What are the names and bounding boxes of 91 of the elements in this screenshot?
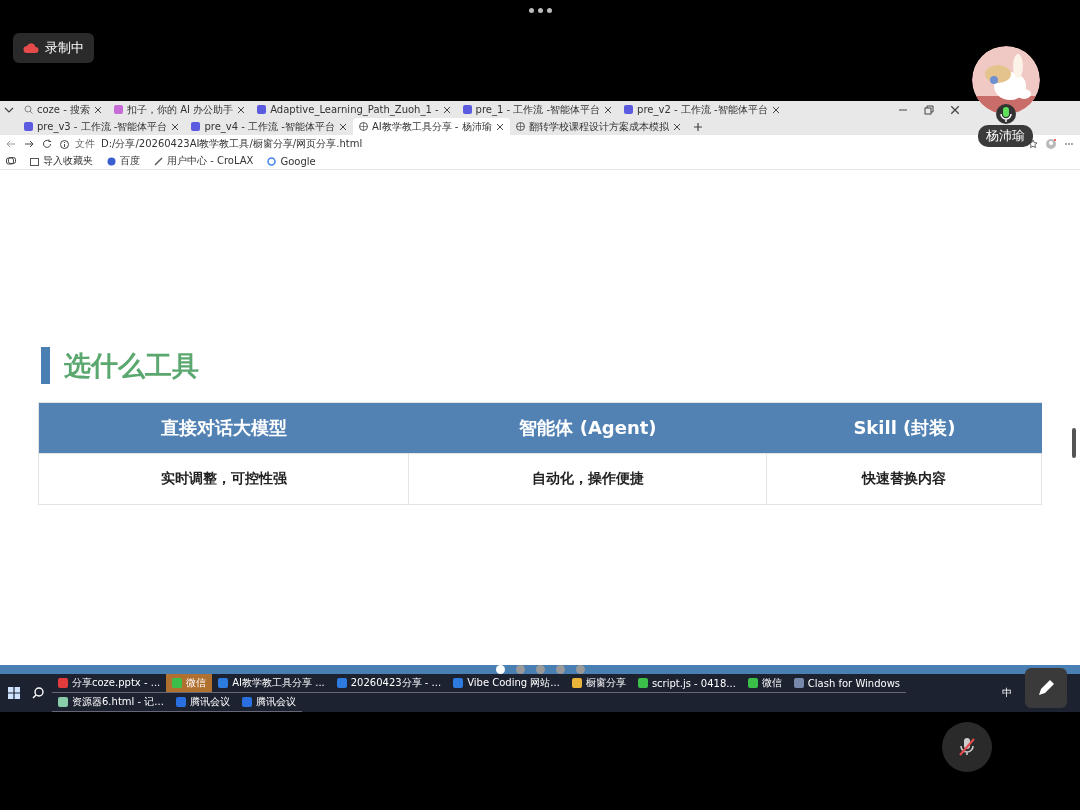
folder-icon [30, 156, 39, 166]
taskbar-item[interactable]: AI教学教工具分享 ... [212, 674, 331, 693]
close-icon[interactable] [495, 122, 504, 131]
back-icon[interactable] [6, 139, 16, 149]
reload-icon[interactable] [42, 139, 52, 149]
globe-icon [358, 122, 368, 131]
close-icon[interactable] [237, 105, 246, 114]
close-icon[interactable] [442, 105, 451, 114]
taskbar-item[interactable]: Vibe Coding 网站... [447, 674, 566, 693]
search-icon [24, 105, 33, 114]
app-icon [191, 122, 201, 131]
slide-heading: 选什么工具 [64, 348, 199, 383]
bookmark[interactable]: 百度 [107, 154, 140, 168]
browser-tab[interactable]: pre_v3 - 工作流 -智能体平台 [18, 118, 186, 135]
browser-tab[interactable]: pre_v2 - 工作流 -智能体平台 [618, 101, 786, 118]
column-header: Skill (封装) [767, 403, 1042, 453]
app-icon [793, 678, 804, 688]
new-tab-icon[interactable] [692, 121, 703, 132]
windows-start-icon[interactable] [8, 687, 20, 699]
chevron-down-icon[interactable] [4, 105, 14, 114]
taskbar-item[interactable]: 分享coze.pptx - ... [52, 674, 167, 693]
page-dot[interactable] [575, 665, 585, 674]
more-icon[interactable] [529, 8, 552, 13]
app-icon [172, 678, 183, 688]
app-icon [24, 122, 33, 131]
app-icon [175, 697, 186, 707]
taskbar-item[interactable]: 腾讯会议 [169, 693, 236, 712]
browser-tab[interactable]: Adaptive_Learning_Path_Zuoh_1 - [251, 101, 457, 118]
close-icon[interactable] [672, 122, 681, 131]
app-icon [114, 105, 123, 114]
taskbar-item[interactable]: Clash for Windows [787, 674, 907, 693]
page-dot[interactable] [555, 665, 565, 674]
scrollbar[interactable] [1072, 428, 1076, 458]
browser-tab[interactable]: coze - 搜索 [18, 101, 108, 118]
taskbar-item[interactable]: 腾讯会议 [235, 693, 302, 712]
browser-tab[interactable]: 翻转学校课程设计方案成本模拟 [509, 118, 687, 135]
close-icon[interactable] [950, 105, 960, 115]
star-icon[interactable] [1028, 139, 1038, 149]
taskbar-item[interactable]: script.js - 0418... [631, 674, 742, 693]
app-icon [257, 105, 267, 114]
browser-tab[interactable]: pre_v4 - 工作流 -智能体平台 [185, 118, 353, 135]
app-icon [571, 678, 582, 688]
input-method-indicator[interactable]: 中 [998, 686, 1016, 700]
forward-icon[interactable] [24, 139, 34, 149]
table-cell: 自动化，操作便捷 [409, 453, 767, 504]
column-header: 直接对话大模型 [39, 403, 409, 453]
recording-badge: 录制中 [13, 33, 94, 63]
taskbar-item[interactable]: 20260423分享 - ... [330, 674, 448, 693]
browser-tab[interactable]: AI教学教工具分享 - 杨沛瑜 [352, 118, 510, 135]
annotate-button[interactable] [1025, 668, 1067, 708]
app-icon [218, 678, 229, 688]
globe-icon [515, 122, 525, 131]
table-cell: 快速替换内容 [767, 453, 1042, 504]
app-icon [637, 678, 648, 688]
app-icon [336, 678, 347, 688]
page-dot[interactable] [515, 665, 525, 674]
column-header: 智能体 (Agent) [409, 403, 767, 453]
info-icon [60, 139, 69, 149]
browser-tab[interactable]: pre_1 - 工作流 -智能体平台 [456, 101, 619, 118]
restore-icon[interactable] [924, 105, 934, 115]
app-icon [241, 697, 252, 707]
collections-icon[interactable] [6, 157, 16, 165]
profile-icon[interactable] [1046, 139, 1056, 149]
table-cell: 实时调整，可控性强 [39, 453, 409, 504]
mic-off-button[interactable] [942, 722, 992, 772]
taskbar-item[interactable]: 微信 [741, 674, 788, 693]
app-icon [747, 678, 758, 688]
taskbar-item[interactable]: 橱窗分享 [565, 674, 632, 693]
app-icon [624, 105, 634, 114]
bookmark[interactable]: 导入收藏夹 [30, 154, 93, 168]
taskbar-item[interactable]: 微信 [166, 674, 213, 693]
page-dot[interactable] [495, 665, 505, 674]
close-icon[interactable] [771, 105, 780, 114]
speaker-name: 杨沛瑜 [978, 125, 1033, 147]
bookmark[interactable]: 用户中心 - CroLAX [154, 154, 254, 168]
close-icon[interactable] [604, 105, 613, 114]
close-icon[interactable] [94, 105, 102, 114]
close-icon[interactable] [338, 122, 347, 131]
close-icon[interactable] [171, 122, 180, 131]
address-bar[interactable]: 文件 D:/分享/20260423AI教学教工具/橱窗分享/网页分享.html [60, 136, 363, 152]
search-icon[interactable] [32, 687, 44, 699]
page-dot[interactable] [535, 665, 545, 674]
cloud-icon [23, 42, 39, 54]
google-g-icon [267, 156, 277, 166]
browser-tab[interactable]: 扣子，你的 AI 办公助手 [108, 101, 252, 118]
heading-bar [41, 347, 50, 384]
app-icon [462, 105, 472, 114]
microphone-icon [996, 104, 1016, 124]
app-icon [453, 678, 464, 688]
taskbar-item[interactable]: 资源器6.html - 记... [52, 693, 170, 712]
bookmark[interactable]: Google [267, 155, 316, 167]
